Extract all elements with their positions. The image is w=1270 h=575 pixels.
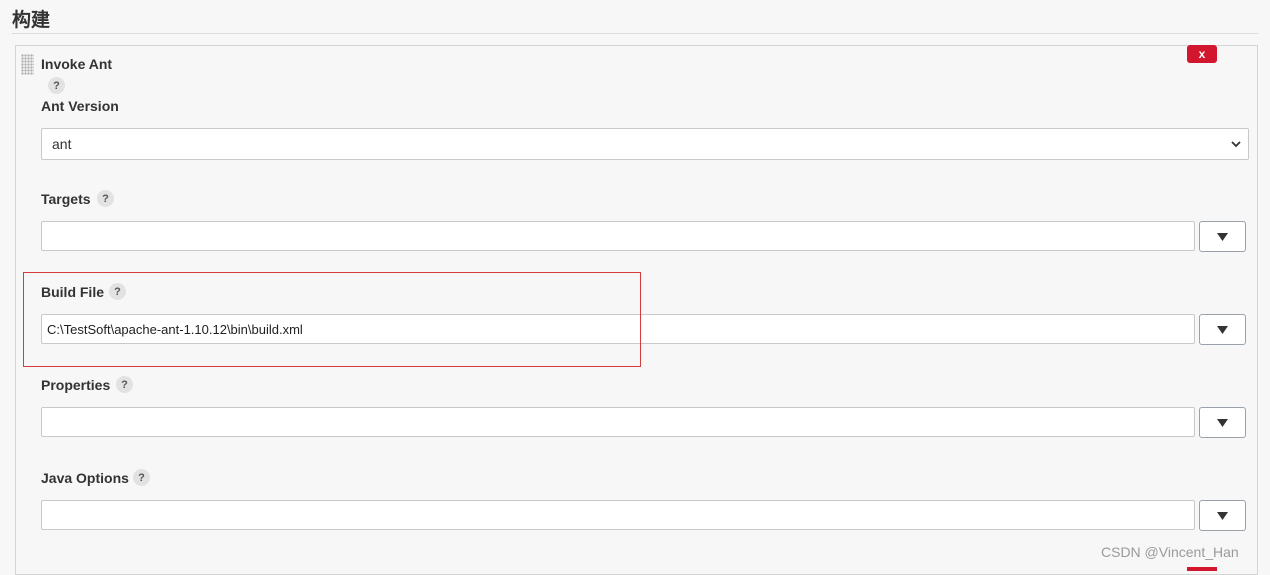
ant-version-value: ant xyxy=(52,136,72,152)
expand-down-icon xyxy=(1217,325,1228,334)
step-title: Invoke Ant xyxy=(41,56,113,72)
java-options-help-icon[interactable]: ? xyxy=(133,469,150,486)
delete-step-button[interactable]: x xyxy=(1187,45,1217,63)
annotation-highlight-box xyxy=(23,272,641,367)
java-options-label: Java Options xyxy=(41,470,129,486)
properties-expand-button[interactable] xyxy=(1199,407,1246,438)
expand-down-icon xyxy=(1217,418,1228,427)
ant-version-select[interactable]: ant xyxy=(41,128,1249,160)
watermark: CSDN @Vincent_Han xyxy=(1101,544,1239,560)
targets-input[interactable] xyxy=(41,221,1195,251)
java-options-expand-button[interactable] xyxy=(1199,500,1246,531)
chevron-down-icon xyxy=(1231,141,1241,148)
section-divider xyxy=(12,33,1258,34)
step-help-icon[interactable]: ? xyxy=(48,77,65,94)
targets-help-icon[interactable]: ? xyxy=(97,190,114,207)
expand-down-icon xyxy=(1217,232,1228,241)
drag-handle-icon[interactable] xyxy=(21,54,34,75)
next-step-delete-button-edge xyxy=(1187,567,1217,571)
section-title: 构建 xyxy=(12,9,51,31)
build-file-expand-button[interactable] xyxy=(1199,314,1246,345)
java-options-input[interactable] xyxy=(41,500,1195,530)
expand-down-icon xyxy=(1217,511,1228,520)
properties-label: Properties xyxy=(41,377,111,393)
targets-label: Targets xyxy=(41,191,91,207)
targets-expand-button[interactable] xyxy=(1199,221,1246,252)
properties-help-icon[interactable]: ? xyxy=(116,376,133,393)
properties-input[interactable] xyxy=(41,407,1195,437)
ant-version-label: Ant Version xyxy=(41,98,119,114)
